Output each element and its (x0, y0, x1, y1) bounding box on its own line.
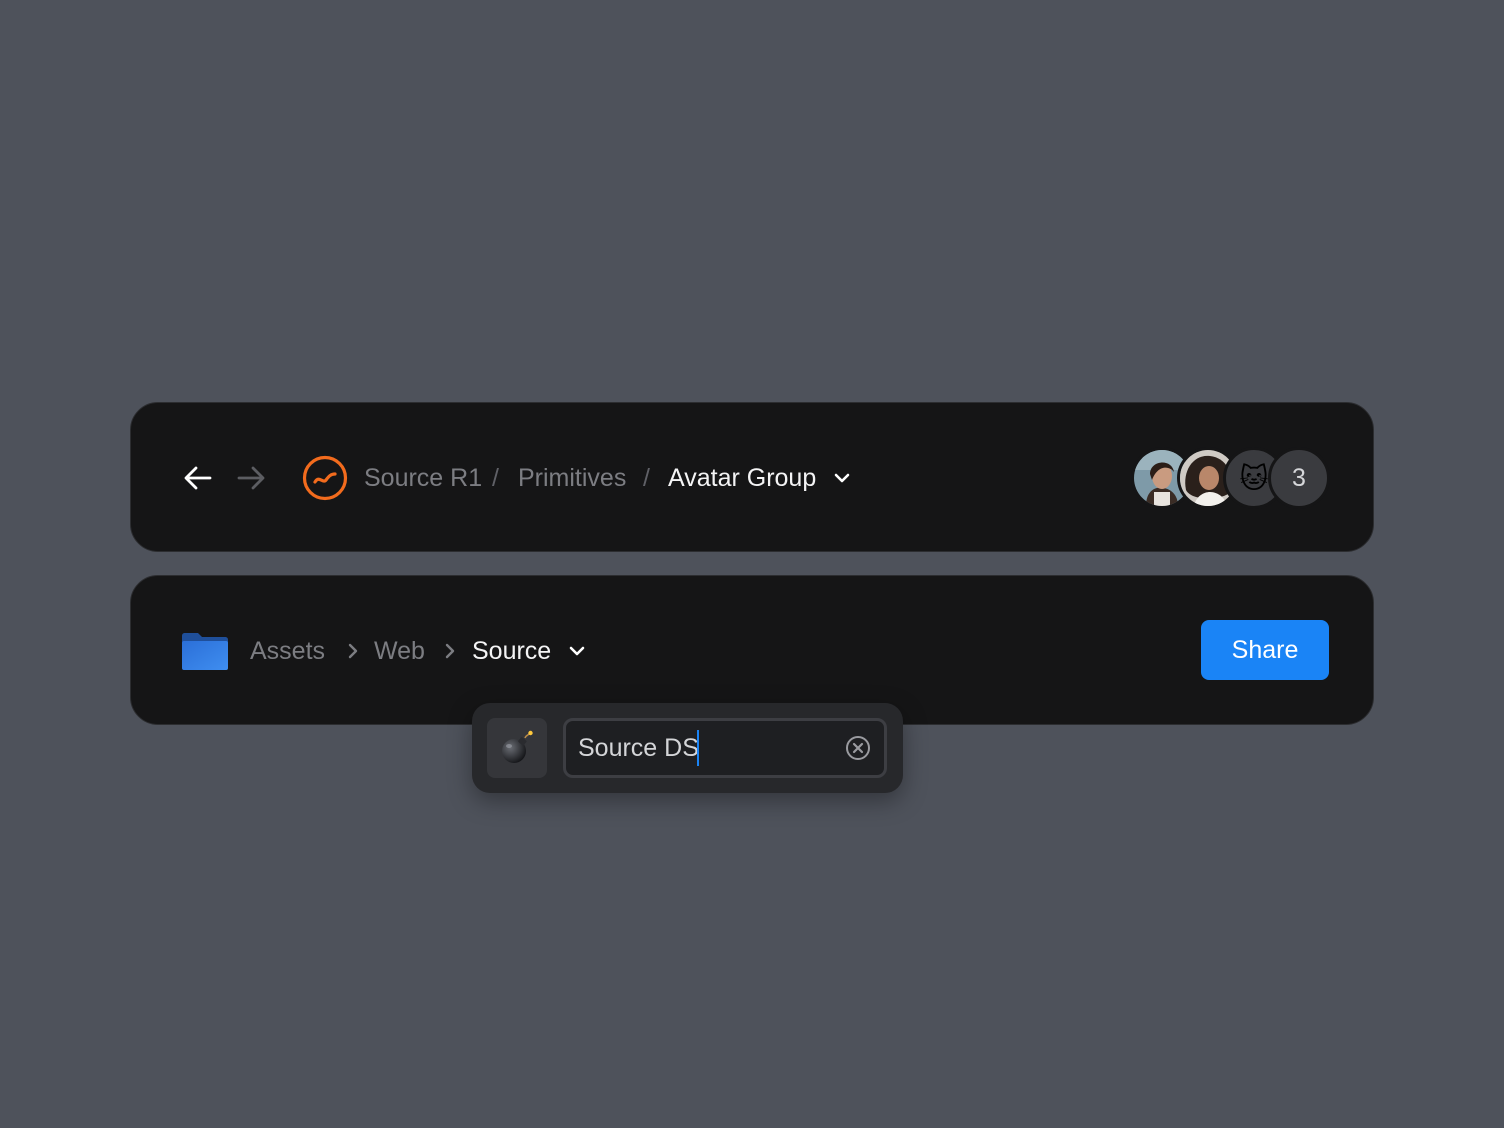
project-header-bar: Source R1 / Primitives / Avatar Group 🐱 … (130, 402, 1374, 552)
chevron-right-icon (440, 641, 460, 661)
back-button[interactable] (181, 461, 215, 495)
breadcrumb-source-r1[interactable]: Source R1 (364, 463, 482, 493)
text-caret (697, 730, 699, 766)
rename-field (563, 718, 887, 778)
avatar-count-label: 3 (1292, 463, 1306, 492)
chevron-down-icon (834, 473, 850, 483)
breadcrumb-primitives[interactable]: Primitives (518, 463, 626, 493)
clear-button[interactable] (845, 735, 871, 761)
breadcrumb-separator: / (492, 464, 499, 492)
forward-button[interactable] (234, 461, 268, 495)
breadcrumb-separator: / (643, 464, 650, 492)
breadcrumb-dropdown-button[interactable] (832, 468, 852, 488)
breadcrumb-avatar-group[interactable]: Avatar Group (668, 463, 816, 493)
cat-emoji-icon: 🐱 (1239, 462, 1269, 494)
folder-icon[interactable] (182, 632, 228, 670)
breadcrumb-dropdown-button[interactable] (567, 641, 587, 661)
avatar-overflow-count[interactable]: 3 (1268, 447, 1330, 509)
rename-popover (472, 703, 903, 793)
emoji-picker-button[interactable] (487, 718, 547, 778)
breadcrumb-source[interactable]: Source (472, 636, 551, 666)
chevron-right-icon (343, 641, 363, 661)
breadcrumb-web[interactable]: Web (374, 636, 425, 666)
clear-circle-icon (846, 736, 870, 760)
share-button[interactable]: Share (1201, 620, 1329, 680)
arrow-right-icon (237, 466, 265, 490)
chevron-down-icon (569, 646, 585, 656)
arrow-left-icon (184, 466, 212, 490)
source-logo-icon[interactable] (302, 455, 348, 501)
rename-input[interactable] (578, 731, 833, 765)
breadcrumb-assets[interactable]: Assets (250, 636, 325, 666)
bomb-icon (502, 730, 533, 763)
